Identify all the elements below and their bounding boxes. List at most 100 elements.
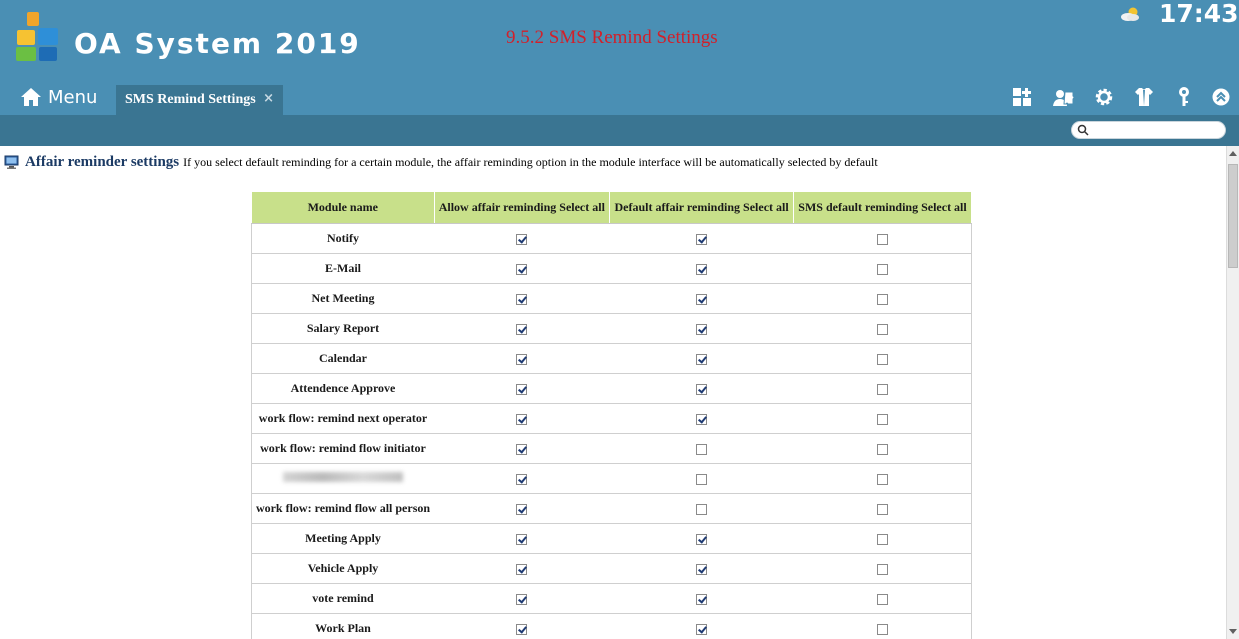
- module-name-cell: Net Meeting: [251, 283, 434, 314]
- module-name-cell: Notify: [251, 223, 434, 254]
- collapse-up-icon[interactable]: [1210, 86, 1232, 108]
- table-row: [251, 463, 972, 494]
- default-reminding-checkbox[interactable]: [696, 413, 708, 425]
- default-reminding-checkbox[interactable]: [696, 263, 708, 275]
- allow-reminding-checkbox[interactable]: [516, 593, 528, 605]
- scroll-thumb[interactable]: [1228, 164, 1238, 268]
- computer-icon: [4, 155, 19, 169]
- default-reminding-checkbox[interactable]: [696, 563, 708, 575]
- allow-cell: [434, 253, 610, 284]
- sms-reminding-checkbox[interactable]: [876, 473, 888, 485]
- table-row: work flow: remind flow all person: [251, 493, 972, 524]
- sms-cell: [793, 433, 972, 464]
- default-reminding-checkbox[interactable]: [696, 473, 708, 485]
- allow-cell: [434, 613, 610, 639]
- allow-reminding-checkbox[interactable]: [516, 443, 528, 455]
- sms-reminding-checkbox[interactable]: [876, 323, 888, 335]
- sms-reminding-checkbox[interactable]: [876, 353, 888, 365]
- header-sms-select-all[interactable]: SMS default reminding Select all: [793, 191, 972, 224]
- scroll-up-arrow-icon[interactable]: [1229, 151, 1237, 156]
- allow-reminding-checkbox[interactable]: [516, 293, 528, 305]
- table-row: Salary Report: [251, 313, 972, 344]
- sms-reminding-checkbox[interactable]: [876, 443, 888, 455]
- module-name-cell: work flow: remind flow initiator: [251, 433, 434, 464]
- tab-sms-remind-settings[interactable]: SMS Remind Settings ×: [116, 85, 283, 115]
- allow-reminding-checkbox[interactable]: [516, 353, 528, 365]
- default-cell: [609, 283, 794, 314]
- allow-reminding-checkbox[interactable]: [516, 383, 528, 395]
- shirt-icon[interactable]: [1133, 86, 1155, 108]
- sms-reminding-checkbox[interactable]: [876, 233, 888, 245]
- module-name-cell: work flow: remind next operator: [251, 403, 434, 434]
- table-row: vote remind: [251, 583, 972, 614]
- allow-reminding-checkbox[interactable]: [516, 623, 528, 635]
- default-reminding-checkbox[interactable]: [696, 323, 708, 335]
- default-cell: [609, 463, 794, 494]
- search-box[interactable]: [1071, 121, 1226, 139]
- sms-cell: [793, 223, 972, 254]
- default-reminding-checkbox[interactable]: [696, 353, 708, 365]
- default-cell: [609, 403, 794, 434]
- sms-reminding-checkbox[interactable]: [876, 383, 888, 395]
- sms-reminding-checkbox[interactable]: [876, 503, 888, 515]
- sms-reminding-checkbox[interactable]: [876, 593, 888, 605]
- scroll-down-arrow-icon[interactable]: [1229, 629, 1237, 634]
- default-cell: [609, 313, 794, 344]
- default-reminding-checkbox[interactable]: [696, 593, 708, 605]
- allow-reminding-checkbox[interactable]: [516, 533, 528, 545]
- table-body: Notify E-Mail Net Meeting Salary Report Cale…: [251, 223, 972, 639]
- default-reminding-checkbox[interactable]: [696, 443, 708, 455]
- table-row: work flow: remind next operator: [251, 403, 972, 434]
- sms-cell: [793, 613, 972, 639]
- default-reminding-checkbox[interactable]: [696, 383, 708, 395]
- sms-reminding-checkbox[interactable]: [876, 293, 888, 305]
- search-input[interactable]: [1092, 123, 1224, 139]
- allow-cell: [434, 433, 610, 464]
- tab-close-icon[interactable]: ×: [263, 91, 274, 106]
- module-name-cell: Attendence Approve: [251, 373, 434, 404]
- sms-cell: [793, 313, 972, 344]
- menu-button[interactable]: Menu: [20, 84, 97, 110]
- sms-reminding-checkbox[interactable]: [876, 623, 888, 635]
- sms-cell: [793, 553, 972, 584]
- default-reminding-checkbox[interactable]: [696, 293, 708, 305]
- allow-cell: [434, 343, 610, 374]
- allow-reminding-checkbox[interactable]: [516, 413, 528, 425]
- default-cell: [609, 613, 794, 639]
- allow-reminding-checkbox[interactable]: [516, 473, 528, 485]
- sms-reminding-checkbox[interactable]: [876, 533, 888, 545]
- sms-cell: [793, 373, 972, 404]
- module-name-cell: E-Mail: [251, 253, 434, 284]
- add-module-icon[interactable]: [1012, 86, 1034, 108]
- settings-gear-icon[interactable]: [1093, 86, 1115, 108]
- user-puzzle-icon[interactable]: [1053, 86, 1075, 108]
- section-title: Affair reminder settings: [25, 154, 180, 170]
- default-reminding-checkbox[interactable]: [696, 503, 708, 515]
- sms-cell: [793, 463, 972, 494]
- sms-reminding-checkbox[interactable]: [876, 413, 888, 425]
- table-row: Work Plan: [251, 613, 972, 639]
- default-reminding-checkbox[interactable]: [696, 533, 708, 545]
- default-reminding-checkbox[interactable]: [696, 233, 708, 245]
- allow-reminding-checkbox[interactable]: [516, 323, 528, 335]
- allow-reminding-checkbox[interactable]: [516, 263, 528, 275]
- allow-cell: [434, 583, 610, 614]
- allow-reminding-checkbox[interactable]: [516, 233, 528, 245]
- info-row: Affair reminder settings If you select d…: [4, 154, 878, 171]
- header-allow-select-all[interactable]: Allow affair reminding Select all: [433, 191, 611, 224]
- sms-cell: [793, 493, 972, 524]
- allow-reminding-checkbox[interactable]: [516, 563, 528, 575]
- sms-cell: [793, 583, 972, 614]
- key-icon[interactable]: [1173, 86, 1195, 108]
- redacted-module-name: [283, 472, 403, 482]
- vertical-scrollbar[interactable]: [1226, 146, 1239, 639]
- allow-cell: [434, 463, 610, 494]
- sms-reminding-checkbox[interactable]: [876, 263, 888, 275]
- sms-cell: [793, 343, 972, 374]
- header-default-select-all[interactable]: Default affair reminding Select all: [609, 191, 795, 224]
- sms-reminding-checkbox[interactable]: [876, 563, 888, 575]
- default-cell: [609, 343, 794, 374]
- table-header-row: Module name Allow affair reminding Selec…: [251, 191, 972, 224]
- allow-reminding-checkbox[interactable]: [516, 503, 528, 515]
- default-reminding-checkbox[interactable]: [696, 623, 708, 635]
